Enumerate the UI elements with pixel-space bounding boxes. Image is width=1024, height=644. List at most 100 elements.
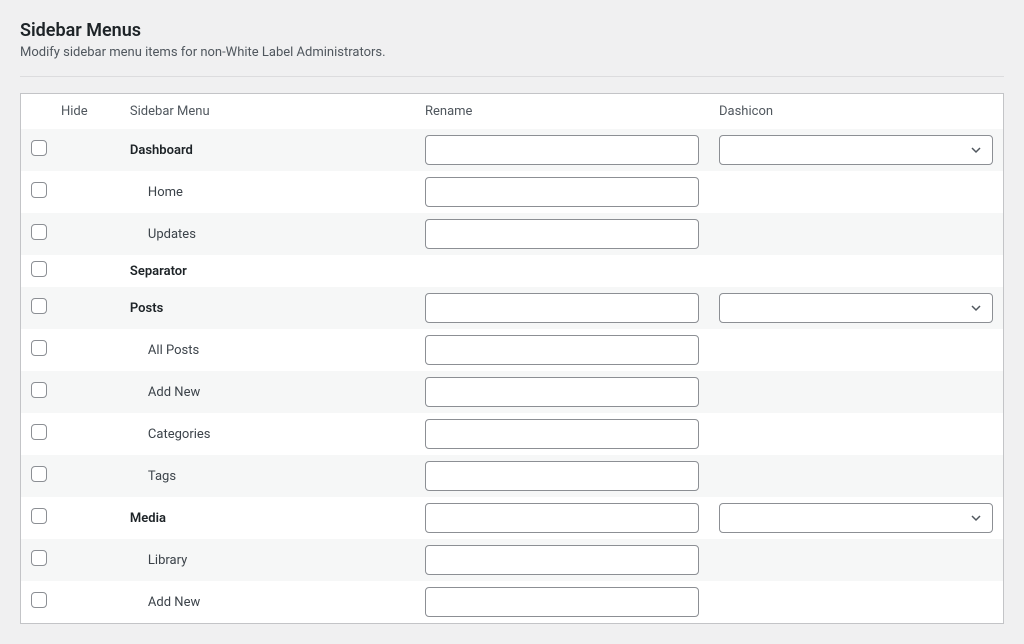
menu-item-label: Add New: [130, 385, 200, 400]
cell-menu: All Posts: [120, 329, 415, 371]
cell-menu: Separator: [120, 255, 415, 287]
menu-item-label: Posts: [130, 301, 163, 316]
cell-menu: Add New: [120, 371, 415, 413]
cell-dashicon: [709, 255, 1004, 287]
dashicon-select[interactable]: [719, 503, 993, 533]
col-header-rename: Rename: [415, 94, 709, 130]
cell-dashicon: [709, 497, 1004, 539]
hide-checkbox[interactable]: [31, 508, 47, 524]
cell-dashicon: [709, 413, 1004, 455]
cell-hide: [21, 171, 120, 213]
cell-rename: [415, 455, 709, 497]
rename-input[interactable]: [425, 587, 699, 617]
cell-dashicon: [709, 171, 1004, 213]
section-title: Sidebar Menus: [20, 20, 1004, 41]
cell-menu: Add New: [120, 581, 415, 624]
hide-checkbox[interactable]: [31, 261, 47, 277]
table-row: Tags: [21, 455, 1004, 497]
rename-input[interactable]: [425, 545, 699, 575]
cell-hide: [21, 371, 120, 413]
dashicon-select[interactable]: [719, 293, 993, 323]
hide-checkbox[interactable]: [31, 224, 47, 240]
rename-input[interactable]: [425, 335, 699, 365]
section-divider: [20, 76, 1004, 77]
sidebar-menu-table: Hide Sidebar Menu Rename Dashicon Dashbo…: [20, 93, 1004, 624]
cell-hide: [21, 287, 120, 329]
col-header-dashicon: Dashicon: [709, 94, 1004, 130]
hide-checkbox[interactable]: [31, 182, 47, 198]
cell-dashicon: [709, 329, 1004, 371]
hide-checkbox[interactable]: [31, 424, 47, 440]
table-header-row: Hide Sidebar Menu Rename Dashicon: [21, 94, 1004, 130]
cell-rename: [415, 413, 709, 455]
rename-input[interactable]: [425, 503, 699, 533]
table-row: All Posts: [21, 329, 1004, 371]
cell-dashicon: [709, 581, 1004, 624]
cell-dashicon: [709, 129, 1004, 171]
cell-rename: [415, 581, 709, 624]
menu-item-label: Updates: [130, 227, 196, 242]
rename-input[interactable]: [425, 461, 699, 491]
table-row: Separator: [21, 255, 1004, 287]
hide-checkbox[interactable]: [31, 298, 47, 314]
cell-rename: [415, 255, 709, 287]
cell-hide: [21, 255, 120, 287]
cell-hide: [21, 213, 120, 255]
menu-item-label: Separator: [130, 264, 187, 279]
col-header-hide: Hide: [21, 94, 120, 130]
rename-input[interactable]: [425, 135, 699, 165]
cell-hide: [21, 129, 120, 171]
rename-input[interactable]: [425, 293, 699, 323]
menu-item-label: Library: [130, 553, 187, 568]
cell-menu: Media: [120, 497, 415, 539]
dashicon-select[interactable]: [719, 135, 993, 165]
table-row: Dashboard: [21, 129, 1004, 171]
rename-input[interactable]: [425, 177, 699, 207]
hide-checkbox[interactable]: [31, 550, 47, 566]
rename-input[interactable]: [425, 377, 699, 407]
cell-rename: [415, 287, 709, 329]
cell-rename: [415, 497, 709, 539]
hide-checkbox[interactable]: [31, 140, 47, 156]
cell-rename: [415, 171, 709, 213]
menu-item-label: Media: [130, 511, 166, 526]
cell-rename: [415, 213, 709, 255]
cell-menu: Tags: [120, 455, 415, 497]
cell-rename: [415, 371, 709, 413]
cell-hide: [21, 329, 120, 371]
table-row: Posts: [21, 287, 1004, 329]
cell-dashicon: [709, 539, 1004, 581]
cell-rename: [415, 329, 709, 371]
menu-item-label: Home: [130, 185, 183, 200]
rename-input[interactable]: [425, 219, 699, 249]
cell-menu: Categories: [120, 413, 415, 455]
cell-dashicon: [709, 455, 1004, 497]
cell-menu: Dashboard: [120, 129, 415, 171]
table-row: Updates: [21, 213, 1004, 255]
cell-hide: [21, 539, 120, 581]
rename-input[interactable]: [425, 419, 699, 449]
menu-item-label: Add New: [130, 595, 200, 610]
cell-rename: [415, 129, 709, 171]
cell-dashicon: [709, 287, 1004, 329]
col-header-menu: Sidebar Menu: [120, 94, 415, 130]
table-row: Media: [21, 497, 1004, 539]
menu-item-label: Tags: [130, 469, 176, 484]
menu-item-label: Dashboard: [130, 143, 193, 158]
cell-hide: [21, 581, 120, 624]
table-row: Add New: [21, 581, 1004, 624]
hide-checkbox[interactable]: [31, 382, 47, 398]
cell-dashicon: [709, 371, 1004, 413]
table-row: Categories: [21, 413, 1004, 455]
table-row: Add New: [21, 371, 1004, 413]
table-row: Home: [21, 171, 1004, 213]
cell-menu: Home: [120, 171, 415, 213]
hide-checkbox[interactable]: [31, 592, 47, 608]
cell-hide: [21, 497, 120, 539]
menu-item-label: All Posts: [130, 343, 199, 358]
hide-checkbox[interactable]: [31, 340, 47, 356]
section-description: Modify sidebar menu items for non-White …: [20, 45, 1004, 60]
hide-checkbox[interactable]: [31, 466, 47, 482]
menu-item-label: Categories: [130, 427, 211, 442]
cell-menu: Library: [120, 539, 415, 581]
